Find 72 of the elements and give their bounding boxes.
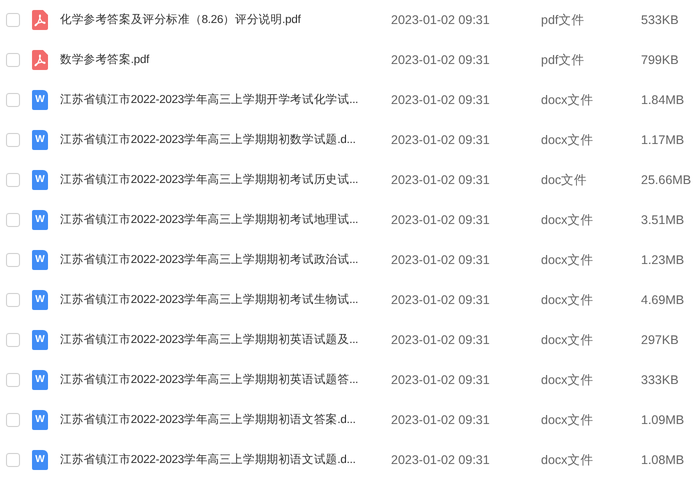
modified-date: 2023-01-02 09:31 [391, 172, 490, 188]
modified-date: 2023-01-02 09:31 [391, 372, 490, 388]
checkbox[interactable] [6, 93, 20, 107]
file-name[interactable]: 江苏省镇江市2022-2023学年高三上学期期初数学试题.d... [60, 132, 356, 148]
file-name[interactable]: 江苏省镇江市2022-2023学年高三上学期期初英语试题及... [60, 332, 358, 348]
file-name[interactable]: 数学参考答案.pdf [60, 52, 150, 68]
modified-date: 2023-01-02 09:31 [391, 92, 490, 108]
file-type: docx文件 [541, 212, 594, 228]
checkbox[interactable] [6, 213, 20, 227]
file-size: 3.51MB [641, 212, 684, 228]
checkbox[interactable] [6, 133, 20, 147]
file-type: docx文件 [541, 92, 594, 108]
checkbox[interactable] [6, 253, 20, 267]
word-file-icon: W [32, 210, 48, 230]
file-size: 25.66MB [641, 172, 692, 188]
checkbox[interactable] [6, 453, 20, 467]
modified-date: 2023-01-02 09:31 [391, 452, 490, 468]
file-name[interactable]: 江苏省镇江市2022-2023学年高三上学期期初语文答案.d... [60, 412, 356, 428]
checkbox[interactable] [6, 173, 20, 187]
word-file-icon: W [32, 450, 48, 470]
modified-date: 2023-01-02 09:31 [391, 12, 490, 28]
file-name[interactable]: 江苏省镇江市2022-2023学年高三上学期开学考试化学试... [60, 92, 358, 108]
file-type: docx文件 [541, 332, 594, 348]
file-type: docx文件 [541, 252, 594, 268]
checkbox[interactable] [6, 53, 20, 67]
modified-date: 2023-01-02 09:31 [391, 52, 490, 68]
file-size: 1.23MB [641, 252, 684, 268]
file-type: doc文件 [541, 172, 588, 188]
word-file-icon: W [32, 370, 48, 390]
file-type: pdf文件 [541, 12, 584, 28]
checkbox[interactable] [6, 413, 20, 427]
file-type: docx文件 [541, 412, 594, 428]
modified-date: 2023-01-02 09:31 [391, 212, 490, 228]
word-file-icon: W [32, 130, 48, 150]
word-file-icon: W [32, 170, 48, 190]
file-name[interactable]: 江苏省镇江市2022-2023学年高三上学期期初考试生物试... [60, 292, 358, 308]
file-size: 297KB [641, 332, 679, 348]
modified-date: 2023-01-02 09:31 [391, 332, 490, 348]
modified-date: 2023-01-02 09:31 [391, 252, 490, 268]
file-size: 1.08MB [641, 452, 684, 468]
word-file-icon: W [32, 410, 48, 430]
file-name[interactable]: 江苏省镇江市2022-2023学年高三上学期期初英语试题答... [60, 372, 358, 388]
file-size: 333KB [641, 372, 679, 388]
word-file-icon: W [32, 250, 48, 270]
file-type: docx文件 [541, 372, 594, 388]
modified-date: 2023-01-02 09:31 [391, 412, 490, 428]
file-size: 4.69MB [641, 292, 684, 308]
file-size: 799KB [641, 52, 679, 68]
file-size: 1.17MB [641, 132, 684, 148]
file-type: docx文件 [541, 132, 594, 148]
file-name[interactable]: 江苏省镇江市2022-2023学年高三上学期期初考试政治试... [60, 252, 358, 268]
pdf-file-icon [32, 50, 48, 70]
checkbox[interactable] [6, 333, 20, 347]
checkbox[interactable] [6, 13, 20, 27]
file-size: 1.84MB [641, 92, 684, 108]
file-type: docx文件 [541, 452, 594, 468]
file-name[interactable]: 江苏省镇江市2022-2023学年高三上学期期初考试历史试... [60, 172, 358, 188]
file-size: 533KB [641, 12, 679, 28]
word-file-icon: W [32, 330, 48, 350]
file-type: pdf文件 [541, 52, 584, 68]
file-name[interactable]: 江苏省镇江市2022-2023学年高三上学期期初考试地理试... [60, 212, 358, 228]
pdf-file-icon [32, 10, 48, 30]
file-type: docx文件 [541, 292, 594, 308]
checkbox[interactable] [6, 293, 20, 307]
checkbox[interactable] [6, 373, 20, 387]
modified-date: 2023-01-02 09:31 [391, 292, 490, 308]
modified-date: 2023-01-02 09:31 [391, 132, 490, 148]
file-size: 1.09MB [641, 412, 684, 428]
word-file-icon: W [32, 90, 48, 110]
file-name[interactable]: 化学参考答案及评分标准（8.26）评分说明.pdf [60, 12, 301, 28]
file-name[interactable]: 江苏省镇江市2022-2023学年高三上学期期初语文试题.d... [60, 452, 356, 468]
word-file-icon: W [32, 290, 48, 310]
